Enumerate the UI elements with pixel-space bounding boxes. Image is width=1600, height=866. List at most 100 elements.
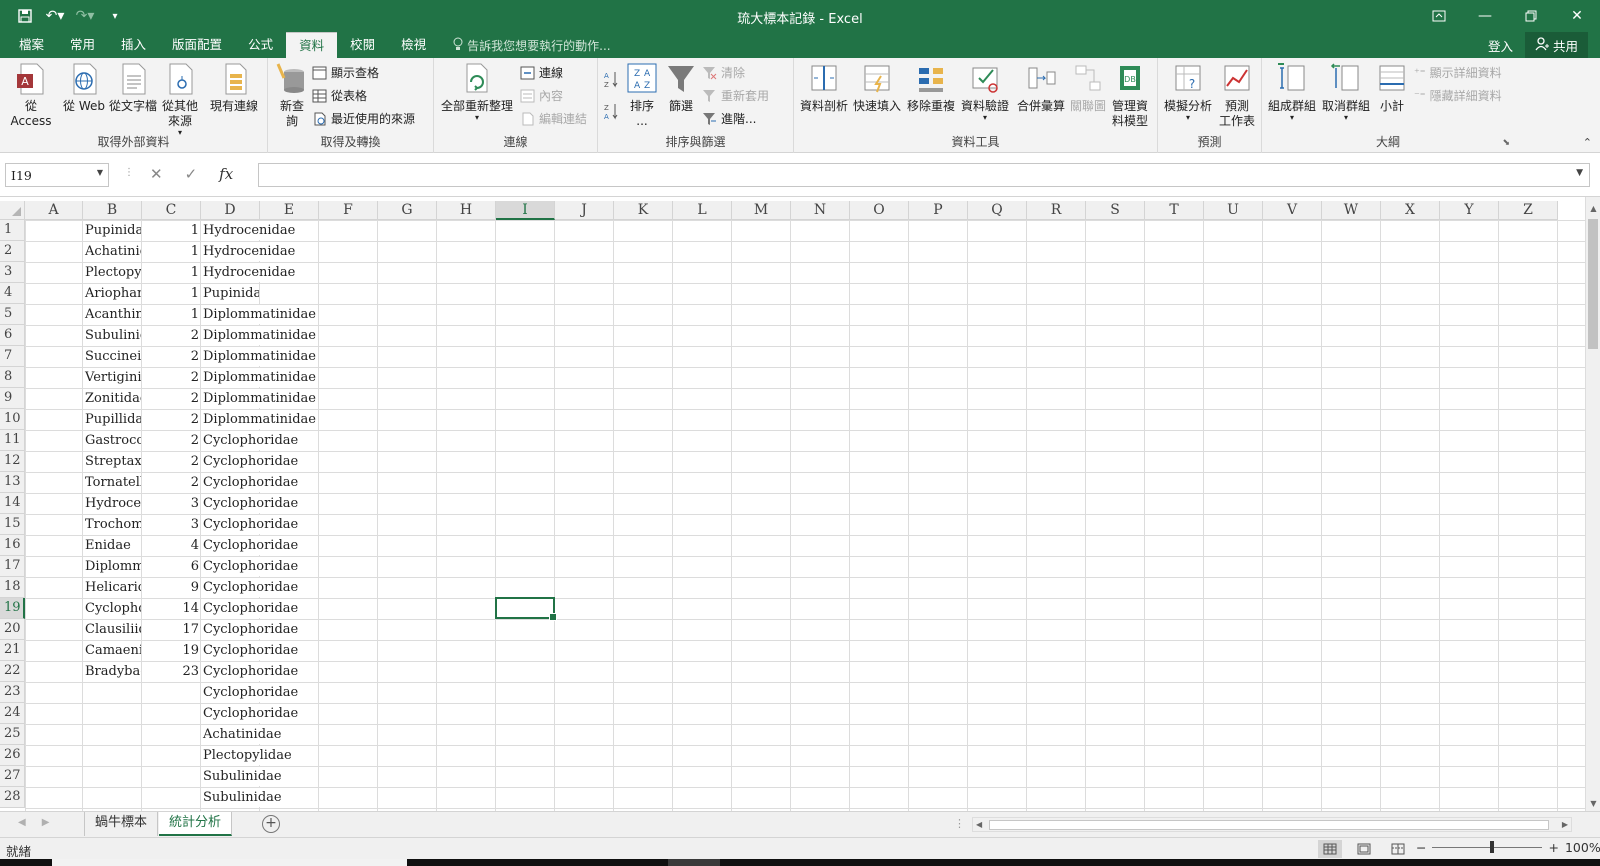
tab-view[interactable]: 檢視 (388, 32, 439, 58)
row-header-12[interactable]: 12 (0, 451, 25, 472)
column-header-k[interactable]: K (614, 201, 673, 220)
cell-d7[interactable]: Diplommatinidae (201, 347, 318, 366)
cell-area[interactable]: Pupinidae1HydrocenidaeAchatinida1Hydroce… (25, 220, 1585, 811)
row-header-19[interactable]: 19 (0, 598, 25, 619)
cell-d11[interactable]: Cyclophoridae (201, 431, 318, 450)
cell-b2[interactable]: Achatinida (83, 241, 141, 262)
refresh-all-button[interactable]: 全部重新整理 ▾ (440, 62, 514, 122)
sign-in-link[interactable]: 登入 (1488, 36, 1513, 55)
tell-me-box[interactable]: 告訴我您想要執行的動作... (439, 32, 611, 58)
cell-c17[interactable]: 6 (142, 556, 200, 577)
row-header-20[interactable]: 20 (0, 619, 25, 640)
advanced-filter-button[interactable]: 進階... (702, 110, 756, 127)
cell-d1[interactable]: Hydrocenidae (201, 221, 318, 240)
cell-c5[interactable]: 1 (142, 304, 200, 325)
ribbon-display-icon[interactable] (1416, 0, 1462, 32)
from-table-button[interactable]: 從表格 (312, 87, 367, 104)
cell-b3[interactable]: Plectopyli (83, 262, 141, 283)
cell-d3[interactable]: Hydrocenidae (201, 263, 318, 282)
cell-d5[interactable]: Diplommatinidae (201, 305, 318, 324)
cell-b13[interactable]: Tornatelli (83, 472, 141, 493)
remove-duplicates-button[interactable]: 移除重複 (906, 62, 956, 114)
row-header-5[interactable]: 5 (0, 304, 25, 325)
cell-b7[interactable]: Succineida (83, 346, 141, 367)
forecast-sheet-button[interactable]: 預測 工作表 (1216, 62, 1258, 129)
cell-d8[interactable]: Diplommatinidae (201, 368, 318, 387)
chevron-down-icon[interactable]: ▼ (97, 168, 103, 177)
column-header-x[interactable]: X (1381, 201, 1440, 220)
collapse-ribbon-icon[interactable]: ⌃ (1583, 136, 1592, 149)
cancel-icon[interactable]: ✕ (150, 165, 163, 183)
horizontal-scrollbar[interactable]: ◀ ▶ (972, 817, 1572, 832)
cell-b22[interactable]: Bradybaer (83, 661, 141, 682)
cell-c14[interactable]: 3 (142, 493, 200, 514)
existing-connections-button[interactable]: 現有連線 (206, 62, 262, 114)
row-header-26[interactable]: 26 (0, 745, 25, 766)
cell-d25[interactable]: Achatinidae (201, 725, 318, 744)
column-header-g[interactable]: G (378, 201, 437, 220)
cell-c12[interactable]: 2 (142, 451, 200, 472)
column-header-r[interactable]: R (1027, 201, 1086, 220)
share-button[interactable]: 共用 (1524, 32, 1588, 58)
select-all-button[interactable] (0, 201, 25, 220)
cell-d23[interactable]: Cyclophoridae (201, 683, 318, 702)
row-header-13[interactable]: 13 (0, 472, 25, 493)
zoom-in-icon[interactable]: + (1548, 840, 1558, 855)
row-header-9[interactable]: 9 (0, 388, 25, 409)
cell-b9[interactable]: Zonitidae (83, 388, 141, 409)
active-cell[interactable] (495, 597, 557, 621)
sheet-tab-analysis[interactable]: 統計分析 (159, 812, 233, 836)
row-header-10[interactable]: 10 (0, 409, 25, 430)
cell-c7[interactable]: 2 (142, 346, 200, 367)
from-text-button[interactable]: 從文字檔 (108, 62, 158, 114)
tab-insert[interactable]: 插入 (108, 32, 159, 58)
flash-fill-button[interactable]: 快速填入 (852, 62, 902, 114)
column-header-w[interactable]: W (1322, 201, 1381, 220)
cell-b20[interactable]: Clausiliid (83, 619, 141, 640)
row-header-7[interactable]: 7 (0, 346, 25, 367)
column-header-d[interactable]: D (201, 201, 260, 220)
cell-c6[interactable]: 2 (142, 325, 200, 346)
normal-view-icon[interactable] (1318, 840, 1342, 858)
row-header-8[interactable]: 8 (0, 367, 25, 388)
tab-data[interactable]: 資料 (286, 32, 338, 58)
sort-button[interactable]: ZAAZ 排序 ... (624, 62, 660, 129)
cell-c2[interactable]: 1 (142, 241, 200, 262)
row-header-4[interactable]: 4 (0, 283, 25, 304)
cell-d15[interactable]: Cyclophoridae (201, 515, 318, 534)
row-header-16[interactable]: 16 (0, 535, 25, 556)
cell-d22[interactable]: Cyclophoridae (201, 662, 318, 681)
column-header-q[interactable]: Q (968, 201, 1027, 220)
cell-c15[interactable]: 3 (142, 514, 200, 535)
cell-c10[interactable]: 2 (142, 409, 200, 430)
row-header-11[interactable]: 11 (0, 430, 25, 451)
cell-b1[interactable]: Pupinidae (83, 220, 141, 241)
cell-c9[interactable]: 2 (142, 388, 200, 409)
cell-d10[interactable]: Diplommatinidae (201, 410, 318, 429)
column-header-c[interactable]: C (142, 201, 201, 220)
recent-sources-button[interactable]: 最近使用的來源 (312, 110, 415, 127)
tab-review[interactable]: 校閱 (337, 32, 388, 58)
sort-ascending-button[interactable]: AZ (604, 70, 619, 88)
column-header-o[interactable]: O (850, 201, 909, 220)
consolidate-button[interactable]: 合併彙算 (1016, 62, 1066, 114)
tab-home[interactable]: 常用 (57, 32, 108, 58)
column-header-p[interactable]: P (909, 201, 968, 220)
row-header-14[interactable]: 14 (0, 493, 25, 514)
cell-d2[interactable]: Hydrocenidae (201, 242, 318, 261)
cell-c1[interactable]: 1 (142, 220, 200, 241)
cell-b15[interactable]: Trochomo (83, 514, 141, 535)
cell-d24[interactable]: Cyclophoridae (201, 704, 318, 723)
cell-d16[interactable]: Cyclophoridae (201, 536, 318, 555)
cell-d14[interactable]: Cyclophoridae (201, 494, 318, 513)
minimize-icon[interactable]: — (1462, 0, 1508, 32)
zoom-out-icon[interactable]: − (1416, 840, 1426, 855)
filter-button[interactable]: 篩選 (664, 62, 698, 114)
sheet-tab-specimens[interactable]: 蝸牛標本 (84, 812, 159, 836)
scroll-down-icon[interactable]: ▼ (1586, 796, 1600, 811)
cell-c20[interactable]: 17 (142, 619, 200, 640)
zoom-level[interactable]: 100% (1565, 840, 1600, 855)
name-box[interactable]: I19 ▼ (5, 163, 109, 187)
cell-c3[interactable]: 1 (142, 262, 200, 283)
cell-b14[interactable]: Hydroceni (83, 493, 141, 514)
